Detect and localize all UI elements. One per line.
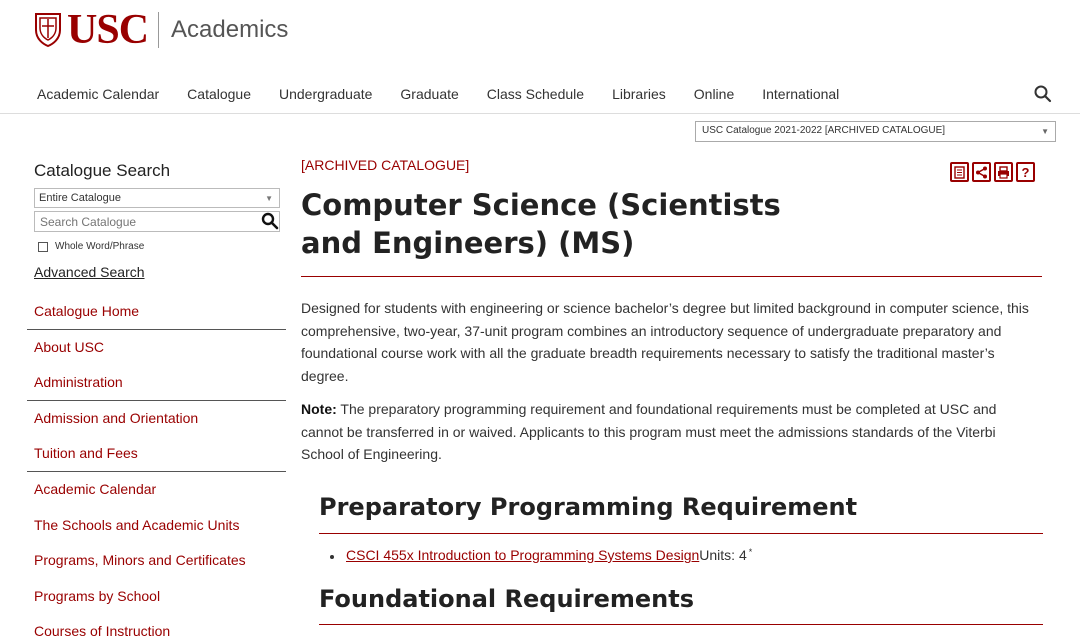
sidebar-item-courses[interactable]: Courses of Instruction <box>27 614 286 641</box>
sidebar-item-administration[interactable]: Administration <box>27 365 286 401</box>
nav-graduate[interactable]: Graduate <box>400 86 458 102</box>
search-scope-select[interactable]: Entire Catalogue ▼ <box>34 188 280 208</box>
section-divider <box>319 624 1043 625</box>
checkbox-box[interactable] <box>38 241 48 252</box>
program-note: Note: The preparatory programming requir… <box>301 398 1042 466</box>
search-scope-value: Entire Catalogue <box>39 192 121 204</box>
nav-catalogue[interactable]: Catalogue <box>187 86 251 102</box>
note-text: The preparatory programming requirement … <box>301 401 997 462</box>
sidebar-item-academic-calendar[interactable]: Academic Calendar <box>27 472 286 508</box>
site-name: Academics <box>171 16 289 43</box>
list-item: CSCI 455x Introduction to Programming Sy… <box>330 547 752 563</box>
usc-seal-icon <box>35 13 61 48</box>
sidebar-item-programs[interactable]: Programs, Minors and Certificates <box>27 543 286 579</box>
program-description: Designed for students with engineering o… <box>301 300 1029 384</box>
usc-logo[interactable]: USC Academics <box>33 7 289 53</box>
catalogue-search-title: Catalogue Search <box>34 161 171 180</box>
footnote-marker: * <box>748 547 753 557</box>
search-icon[interactable] <box>1033 84 1053 104</box>
sidebar-item-programs-by-school[interactable]: Programs by School <box>27 578 286 614</box>
print-icon[interactable] <box>994 162 1013 182</box>
course-units: Units: 4 <box>699 547 747 563</box>
sidebar-item-about-usc[interactable]: About USC <box>27 330 286 366</box>
catalogue-version-select[interactable]: USC Catalogue 2021-2022 [ARCHIVED CATALO… <box>695 121 1056 142</box>
page-title: Computer Science (Scientists and Enginee… <box>301 188 781 260</box>
chevron-down-icon: ▼ <box>1041 127 1049 136</box>
whole-word-label: Whole Word/Phrase <box>55 241 145 252</box>
sidebar-item-catalogue-home[interactable]: Catalogue Home <box>27 294 286 330</box>
logo-divider <box>158 12 160 48</box>
archived-label: [ARCHIVED CATALOGUE] <box>301 157 470 173</box>
course-link[interactable]: CSCI 455x Introduction to Programming Sy… <box>346 547 699 563</box>
chevron-down-icon: ▼ <box>265 194 273 203</box>
nav-undergraduate[interactable]: Undergraduate <box>279 86 372 102</box>
page-tools: ? <box>950 162 1035 182</box>
nav-libraries[interactable]: Libraries <box>612 86 666 102</box>
logo-wordmark: USC <box>67 7 149 53</box>
note-label: Note: <box>301 401 337 417</box>
catalogue-search-input[interactable] <box>34 211 280 232</box>
bullet <box>330 555 334 559</box>
nav-class-schedule[interactable]: Class Schedule <box>487 86 584 102</box>
nav-academic-calendar[interactable]: Academic Calendar <box>37 86 159 102</box>
catalogue-version-value: USC Catalogue 2021-2022 [ARCHIVED CATALO… <box>702 125 946 136</box>
share-icon[interactable] <box>972 162 991 182</box>
document-icon[interactable] <box>950 162 969 182</box>
sidebar-item-tuition[interactable]: Tuition and Fees <box>27 436 286 472</box>
section-heading-preparatory: Preparatory Programming Requirement <box>319 493 858 521</box>
nav-international[interactable]: International <box>762 86 839 102</box>
section-divider <box>319 533 1043 534</box>
nav-online[interactable]: Online <box>694 86 734 102</box>
title-divider <box>301 276 1042 277</box>
whole-word-checkbox[interactable]: Whole Word/Phrase <box>38 241 144 252</box>
search-submit-icon[interactable] <box>261 212 279 230</box>
help-icon[interactable]: ? <box>1016 162 1035 182</box>
sidebar-item-admission[interactable]: Admission and Orientation <box>27 401 286 437</box>
section-heading-foundational: Foundational Requirements <box>319 585 694 613</box>
advanced-search-link[interactable]: Advanced Search <box>34 264 145 280</box>
top-navigation: Academic Calendar Catalogue Undergraduat… <box>0 76 1080 114</box>
sidebar-item-schools[interactable]: The Schools and Academic Units <box>27 507 286 543</box>
sidebar-navigation: Catalogue Home About USC Administration … <box>27 294 286 641</box>
